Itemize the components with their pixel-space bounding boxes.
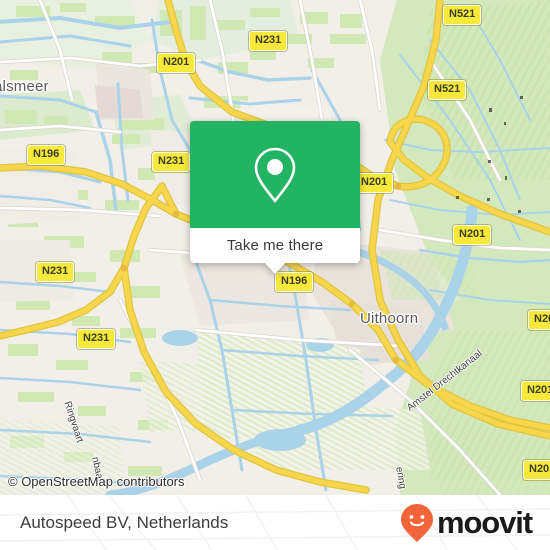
location-callout-card[interactable]: Take me there — [190, 121, 360, 274]
callout-pointer-tail — [264, 262, 286, 274]
moovit-wordmark: moovit — [436, 505, 533, 540]
moovit-brand: moovit — [400, 503, 533, 543]
screenshot-root: alsmeer Uithoorn N521 N231 N201 N521 N19… — [0, 0, 550, 550]
map-attribution[interactable]: © OpenStreetMap contributors — [8, 474, 185, 489]
callout-image-area — [190, 121, 360, 228]
map-pin-icon — [254, 147, 296, 202]
map-canvas[interactable]: alsmeer Uithoorn N521 N231 N201 N521 N19… — [0, 0, 550, 495]
callout-footer[interactable]: Take me there — [190, 228, 360, 274]
location-name-label: Autospeed BV, Netherlands — [20, 512, 229, 532]
moovit-smiley-pin-icon — [400, 503, 433, 542]
bottom-info-bar: Autospeed BV, Netherlands moovit — [0, 495, 550, 550]
take-me-there-label: Take me there — [226, 237, 324, 254]
